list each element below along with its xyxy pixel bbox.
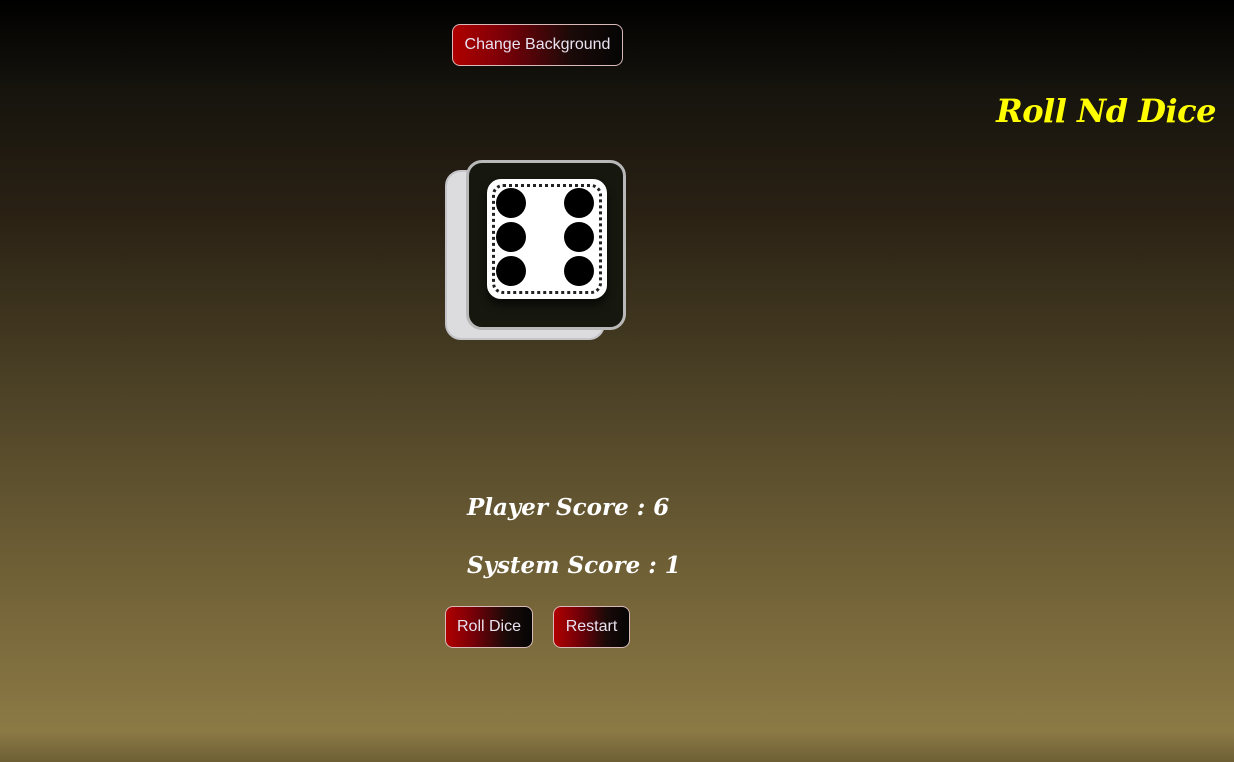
player-score: Player Score : 6 [467, 494, 670, 521]
dice-pip [564, 222, 594, 252]
dice-pip [564, 256, 594, 286]
roll-dice-button[interactable]: Roll Dice [445, 606, 533, 648]
app-title: Roll Nd Dice [996, 92, 1216, 130]
dice-pip [496, 188, 526, 218]
dice-pip [564, 188, 594, 218]
restart-button[interactable]: Restart [553, 606, 630, 648]
dice-pip [496, 256, 526, 286]
dice-pip [496, 222, 526, 252]
system-score: System Score : 1 [467, 552, 681, 579]
dice-face [487, 179, 607, 299]
change-background-button[interactable]: Change Background [452, 24, 623, 66]
